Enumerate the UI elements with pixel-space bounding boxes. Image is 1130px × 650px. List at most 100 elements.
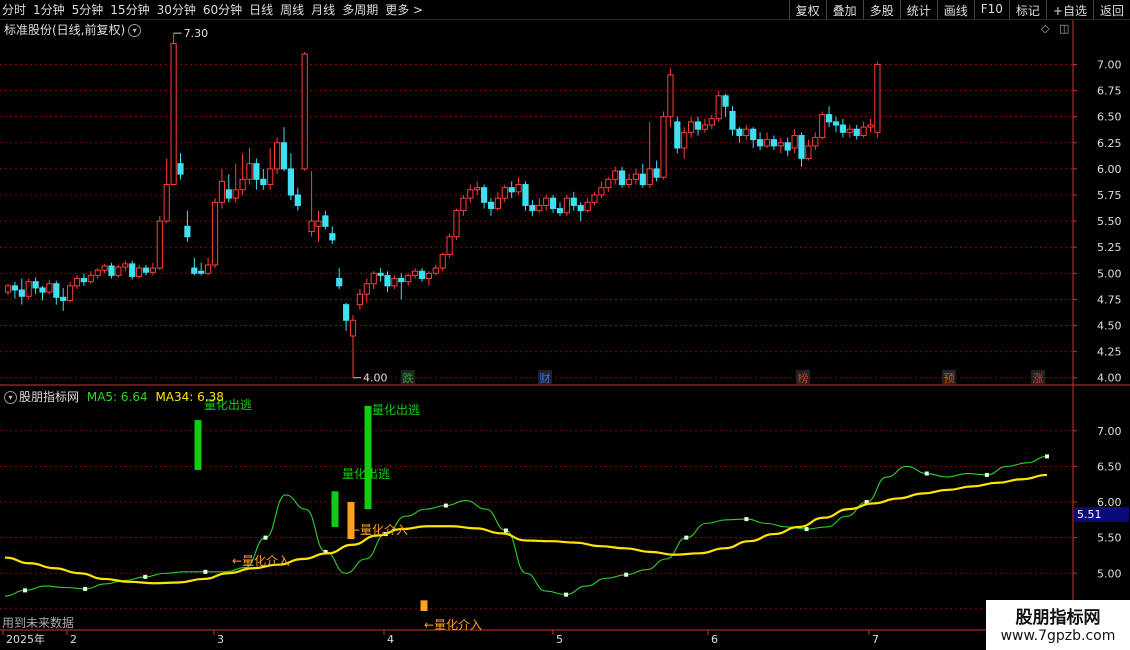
toolbar-button-4[interactable]: 画线 <box>936 0 974 19</box>
candle-body <box>253 163 260 180</box>
candle-body <box>73 278 81 287</box>
candle-body <box>694 121 702 130</box>
period-tab-3[interactable]: 15分钟 <box>110 1 149 18</box>
candle-body <box>418 270 426 280</box>
candle-body <box>770 139 777 147</box>
toolbar-button-3[interactable]: 统计 <box>899 0 937 19</box>
ma5-point <box>684 535 689 540</box>
period-tab-8[interactable]: 月线 <box>311 1 335 18</box>
main-tick-label: 7.00 <box>1097 58 1122 71</box>
period-tab-10[interactable]: 更多 > <box>385 1 423 18</box>
toolbar-button-1[interactable]: 叠加 <box>825 0 863 19</box>
candle-body <box>874 63 881 133</box>
period-tab-1[interactable]: 1分钟 <box>33 1 65 18</box>
ma5-point <box>804 527 809 532</box>
event-marker: 预 <box>944 372 955 385</box>
current-price-box: 5.51 <box>1074 507 1129 522</box>
candle-body <box>494 197 501 210</box>
candle-body <box>474 187 481 191</box>
toolbar-button-0[interactable]: 复权 <box>788 0 826 19</box>
candle-body <box>763 139 771 147</box>
candle-body <box>232 189 239 199</box>
candle-body <box>370 272 377 285</box>
ind-tick-label: 6.50 <box>1097 460 1122 473</box>
candle-body <box>80 278 88 283</box>
candle-body <box>336 278 343 287</box>
toolbar-button-5[interactable]: F10 <box>973 0 1009 19</box>
period-tab-6[interactable]: 日线 <box>249 1 273 18</box>
event-marker: 跌 <box>403 371 414 385</box>
candle-body <box>39 287 46 293</box>
candle-body <box>308 220 315 233</box>
candle-body <box>246 163 253 180</box>
candle-body <box>826 114 833 123</box>
series-line-MA34 <box>4 473 1048 585</box>
candle-body <box>529 204 536 212</box>
period-tab-2[interactable]: 5分钟 <box>72 1 104 18</box>
candle-body <box>832 121 840 126</box>
candle-body <box>777 142 784 147</box>
candle-body <box>570 197 577 206</box>
period-tab-7[interactable]: 周线 <box>280 1 304 18</box>
candle-body <box>329 233 336 241</box>
candle-body <box>343 304 350 321</box>
candle-body <box>536 204 543 212</box>
candle-body <box>432 267 439 274</box>
candle-body <box>646 168 653 186</box>
ma34-label: MA34: 6.38 <box>155 390 224 404</box>
period-tab-9[interactable]: 多周期 <box>342 1 378 18</box>
candle-body <box>515 184 522 193</box>
toolbar-button-8[interactable]: 返回 <box>1092 0 1130 19</box>
candle-body <box>211 201 219 266</box>
candle-body <box>184 225 191 238</box>
candle-body <box>853 128 860 136</box>
toolbar-button-6[interactable]: 标记 <box>1008 0 1046 19</box>
candle-body <box>688 121 695 133</box>
ma5-point <box>263 535 268 540</box>
candle-body <box>805 145 812 159</box>
ma5-point <box>443 503 448 508</box>
candle-body <box>363 283 370 295</box>
ma5-point <box>984 472 989 477</box>
ma5-point <box>23 588 28 593</box>
candle-body <box>501 187 508 199</box>
signal-label: ←量化介入 <box>232 554 290 568</box>
candle-body <box>674 121 681 149</box>
ma5-point <box>203 569 208 574</box>
toolbar-button-7[interactable]: +自选 <box>1045 0 1093 19</box>
toolbar-button-2[interactable]: 多股 <box>862 0 900 19</box>
candle-body <box>791 134 798 149</box>
candle-body <box>757 139 764 147</box>
event-marker: 涨 <box>1033 372 1044 385</box>
candle-body <box>812 137 819 147</box>
indicator-name: 股朋指标网 <box>19 390 80 404</box>
ma5-point <box>83 586 88 591</box>
chevron-down-icon[interactable]: ▾ <box>4 391 17 404</box>
period-tab-0[interactable]: 分时 <box>2 1 26 18</box>
candle-body <box>280 142 288 170</box>
main-tick-label: 5.75 <box>1097 189 1122 202</box>
future-data-note: 用到未来数据 <box>2 616 75 630</box>
ma5-point <box>744 517 749 522</box>
candle-body <box>67 285 74 301</box>
chart-canvas[interactable]: 7.00 6.75 6.50 6.25 6.00 5.75 5.50 5.25 5.00 4.75… <box>0 20 1130 650</box>
site-watermark: 股朋指标网 www.7gpzb.com <box>986 600 1130 650</box>
candle-body <box>619 170 626 186</box>
x-tick-label: 2025年 <box>6 632 45 646</box>
candle-body <box>598 187 605 196</box>
ma5-point <box>503 528 508 533</box>
main-tick-label: 6.25 <box>1097 137 1122 150</box>
period-tab-5[interactable]: 60分钟 <box>203 1 242 18</box>
candle-body <box>260 178 267 186</box>
signal-bar <box>194 420 202 470</box>
ind-tick-label: 5.50 <box>1097 532 1122 545</box>
event-marker: 财 <box>540 371 551 385</box>
signal-label: ←量化介入 <box>424 618 482 632</box>
candle-body <box>584 201 591 212</box>
period-tab-4[interactable]: 30分钟 <box>157 1 196 18</box>
candle-body <box>170 43 177 186</box>
candle-body <box>481 187 488 203</box>
signal-label: ←量化介入 <box>350 523 408 537</box>
candle-body <box>163 184 170 222</box>
candle-body <box>25 281 32 297</box>
